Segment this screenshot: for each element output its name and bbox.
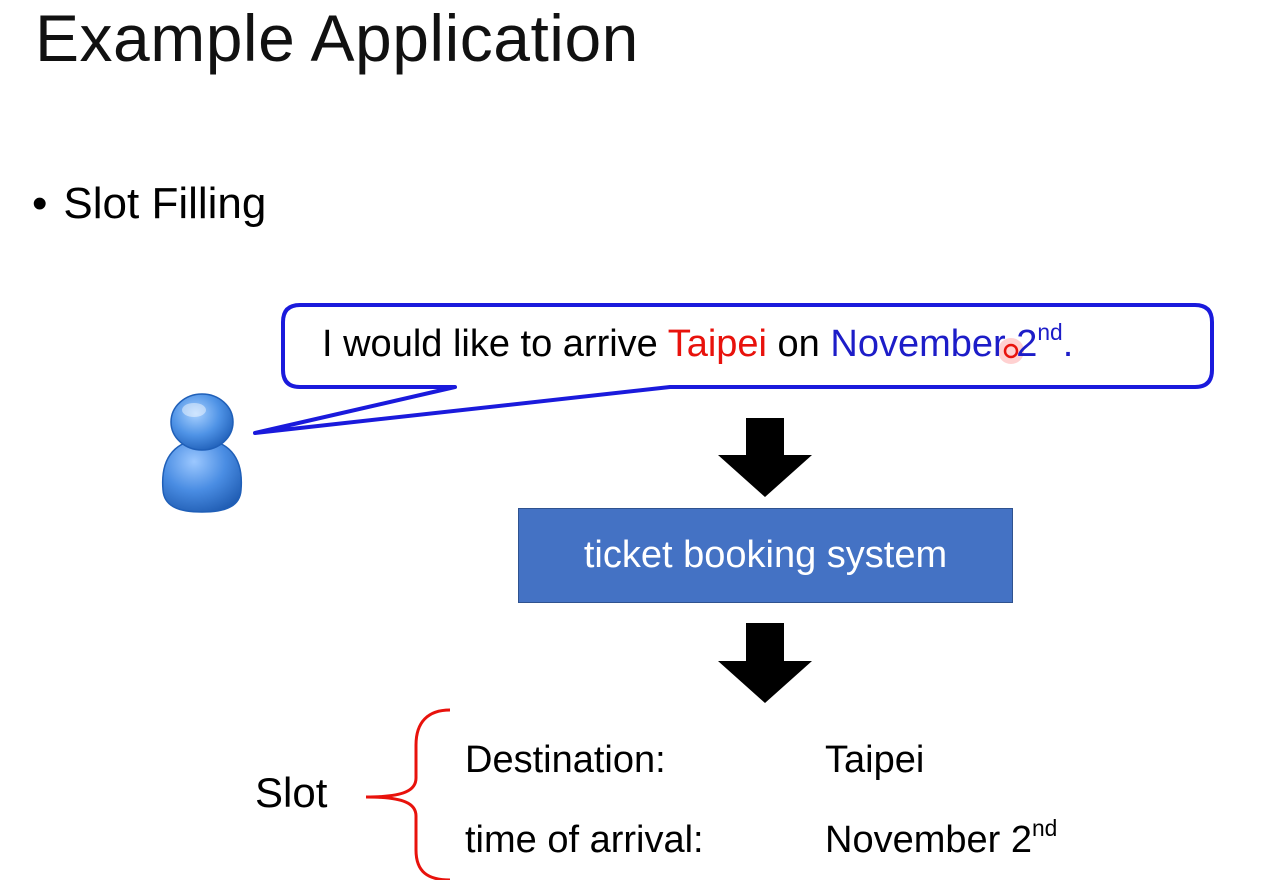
speech-date: November 2nd. bbox=[830, 321, 1074, 365]
speech-date-main: November 2 bbox=[830, 323, 1038, 365]
speech-part2: on bbox=[766, 323, 831, 365]
slot-name: time of arrival: bbox=[465, 819, 704, 861]
slot-brace bbox=[365, 708, 451, 880]
speech-date-suffix: nd bbox=[1037, 319, 1063, 346]
speech-part1: I would like to arrive bbox=[322, 323, 668, 365]
user-icon bbox=[161, 393, 243, 513]
slot-value: November 2nd bbox=[825, 817, 1057, 862]
down-arrow-icon bbox=[718, 623, 812, 703]
slot-value-text: November 2 bbox=[825, 819, 1032, 861]
slide: Example Application • Slot Filling I wou… bbox=[0, 0, 1285, 880]
ticket-booking-system-box: ticket booking system bbox=[518, 508, 1013, 603]
slot-name: Destination: bbox=[465, 739, 666, 781]
slot-value-text: Taipei bbox=[825, 739, 925, 781]
slot-value: Taipei bbox=[825, 739, 925, 782]
speech-text: I would like to arrive Taipei on Novembe… bbox=[322, 321, 1074, 368]
speech-period: . bbox=[1062, 323, 1074, 365]
slot-value-suffix: nd bbox=[1031, 815, 1058, 842]
down-arrow-icon bbox=[718, 418, 812, 497]
speech-city: Taipei bbox=[667, 323, 767, 365]
system-box-label: ticket booking system bbox=[583, 534, 948, 576]
slot-label: Slot bbox=[255, 769, 328, 816]
